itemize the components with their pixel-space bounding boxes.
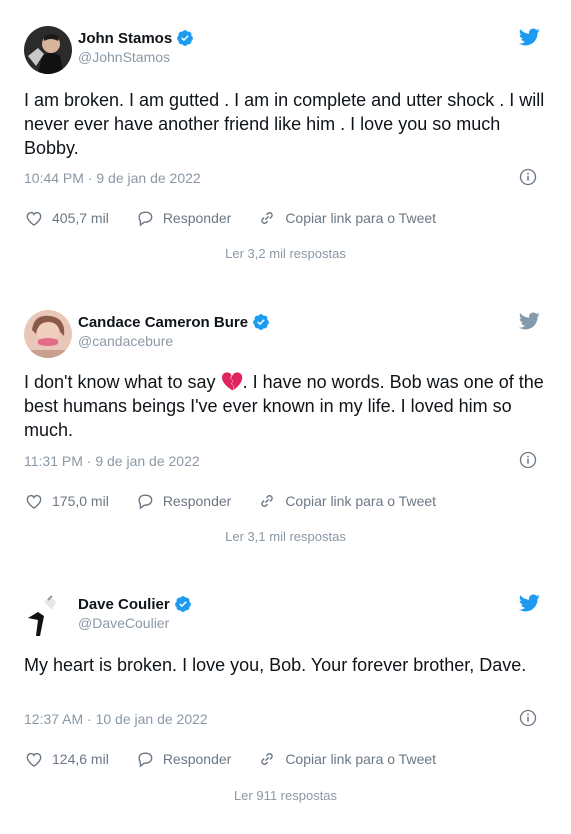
- author-handle[interactable]: @candacebure: [78, 333, 173, 349]
- author-handle[interactable]: @JohnStamos: [78, 49, 170, 65]
- tweet-text: My heart is broken. I love you, Bob. You…: [24, 655, 527, 675]
- like-count: 124,6 mil: [52, 751, 109, 767]
- twitter-bird-icon[interactable]: [516, 310, 542, 332]
- copy-link-button[interactable]: Copiar link para o Tweet: [257, 749, 436, 769]
- copy-link-label: Copiar link para o Tweet: [285, 751, 437, 767]
- like-button[interactable]: 405,7 mil: [24, 208, 109, 228]
- like-count: 405,7 mil: [52, 210, 109, 226]
- copy-link-button[interactable]: Copiar link para o Tweet: [257, 208, 436, 228]
- reply-icon: [138, 752, 153, 768]
- twitter-bird-icon[interactable]: [516, 26, 542, 48]
- tweet-card: Candace Cameron Bure @candacebure I don'…: [0, 310, 571, 550]
- reply-button[interactable]: Responder: [135, 208, 232, 228]
- reply-label: Responder: [162, 751, 232, 767]
- broken-heart-icon: [221, 372, 242, 391]
- avatar[interactable]: [24, 310, 72, 358]
- copy-link-label: Copiar link para o Tweet: [285, 493, 437, 509]
- tweet-timestamp[interactable]: 10:44 PM · 9 de jan de 2022: [24, 170, 201, 186]
- tweet-timestamp[interactable]: 11:31 PM · 9 de jan de 2022: [24, 453, 200, 469]
- copy-link-label: Copiar link para o Tweet: [285, 210, 437, 226]
- avatar[interactable]: [24, 26, 72, 74]
- info-icon[interactable]: [518, 450, 538, 470]
- link-icon: [261, 212, 274, 224]
- reply-button[interactable]: Responder: [135, 749, 232, 769]
- read-replies-link[interactable]: Ler 3,2 mil respostas: [0, 246, 571, 261]
- verified-badge-icon: [174, 596, 191, 612]
- reply-label: Responder: [162, 210, 232, 226]
- info-icon[interactable]: [518, 708, 538, 728]
- author-handle[interactable]: @DaveCoulier: [78, 615, 169, 631]
- reply-icon: [138, 211, 153, 227]
- like-button[interactable]: 175,0 mil: [24, 491, 109, 511]
- read-replies-link[interactable]: Ler 911 respostas: [0, 788, 571, 803]
- avatar[interactable]: [24, 592, 72, 640]
- link-icon: [261, 495, 274, 507]
- tweet-card: Dave Coulier @DaveCoulier My heart is br…: [0, 592, 571, 812]
- tweet-timestamp[interactable]: 12:37 AM · 10 de jan de 2022: [24, 711, 208, 727]
- reply-label: Responder: [162, 493, 232, 509]
- copy-link-button[interactable]: Copiar link para o Tweet: [257, 491, 436, 511]
- reply-icon: [138, 494, 153, 510]
- tweet-text: I am broken. I am gutted . I am in compl…: [24, 90, 545, 158]
- heart-icon: [26, 211, 42, 226]
- like-count: 175,0 mil: [52, 493, 109, 509]
- tweet-actions: 405,7 mil Responder Copiar link para o T…: [24, 208, 462, 228]
- tweet-actions: 175,0 mil Responder Copiar link para o T…: [24, 491, 462, 511]
- link-icon: [261, 753, 274, 765]
- verified-badge-icon: [253, 314, 269, 330]
- tweet-text-start: I don't know what to say: [24, 372, 216, 392]
- info-icon[interactable]: [518, 167, 538, 187]
- reply-button[interactable]: Responder: [135, 491, 232, 511]
- read-replies-link[interactable]: Ler 3,1 mil respostas: [0, 529, 571, 544]
- author-name[interactable]: Dave Coulier: [78, 596, 170, 613]
- heart-icon: [26, 494, 42, 509]
- author-name[interactable]: Candace Cameron Bure: [78, 314, 248, 331]
- like-button[interactable]: 124,6 mil: [24, 749, 109, 769]
- tweet-actions: 124,6 mil Responder Copiar link para o T…: [24, 749, 462, 769]
- twitter-bird-icon[interactable]: [516, 592, 542, 614]
- author-name[interactable]: John Stamos: [78, 30, 172, 47]
- verified-badge-icon: [177, 30, 194, 46]
- tweet-card: John Stamos @JohnStamos I am broken. I a…: [0, 26, 571, 266]
- heart-icon: [26, 752, 42, 767]
- tweet-text: I don't know what to say . I have no wor…: [24, 370, 549, 442]
